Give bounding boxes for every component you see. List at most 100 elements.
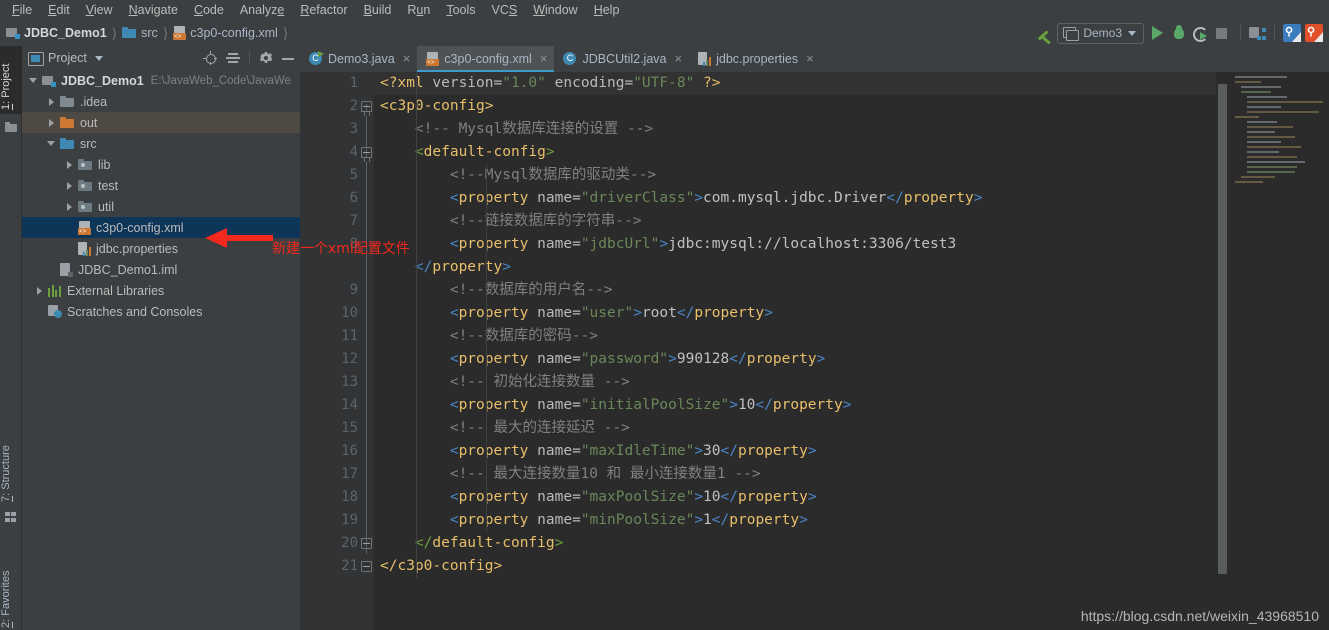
code-line-9: <!--数据库的用户名--> bbox=[449, 282, 613, 298]
collapse-all-icon[interactable] bbox=[226, 51, 240, 65]
close-icon[interactable]: × bbox=[675, 52, 683, 65]
tab-label: c3p0-config.xml bbox=[444, 52, 532, 66]
chevron-right-icon[interactable] bbox=[46, 117, 57, 128]
menu-item-analyze[interactable]: Analyze bbox=[232, 0, 292, 20]
menu-item-tools[interactable]: Tools bbox=[438, 0, 483, 20]
chevron-down-icon bbox=[1128, 30, 1136, 36]
breadcrumb-project[interactable]: JDBC_Demo1 bbox=[6, 26, 107, 40]
search-everywhere-icon[interactable]: ⚲ bbox=[1283, 24, 1301, 42]
code-line-20: </default-config> bbox=[414, 535, 564, 551]
line-number: 1 bbox=[349, 75, 358, 91]
chevron-right-icon[interactable] bbox=[64, 159, 75, 170]
chevron-down-icon[interactable] bbox=[46, 138, 57, 149]
locate-icon[interactable] bbox=[203, 51, 217, 65]
code-editor[interactable]: 1 2 3 4 5 6 7 8 9 10 11 12 13 14 15 16 1… bbox=[300, 72, 1329, 630]
fold-marker-default-config-end[interactable] bbox=[361, 538, 372, 549]
annotation-text: 新建一个xml配置文件 bbox=[272, 241, 410, 257]
line-number: 14 bbox=[341, 397, 358, 413]
editor-scrollbar[interactable] bbox=[1216, 72, 1229, 630]
scrollbar-thumb[interactable] bbox=[1218, 84, 1227, 574]
code-line-17: <!-- 最大连接数量10 和 最小连接数量1 --> bbox=[449, 466, 761, 482]
sidebar-item-structure[interactable]: 7: Structure bbox=[0, 426, 22, 506]
fold-marker-root-end[interactable] bbox=[361, 561, 372, 572]
code-line-3: <!-- Mysql数据库连接的设置 --> bbox=[414, 121, 654, 137]
menu-item-help[interactable]: Help bbox=[586, 0, 628, 20]
breadcrumb-folder[interactable]: src bbox=[122, 26, 158, 40]
project-structure-icon[interactable] bbox=[1249, 26, 1266, 40]
chevron-right-icon[interactable] bbox=[46, 96, 57, 107]
breadcrumb-separator-icon: ⟩ bbox=[282, 24, 289, 41]
tree-item-module[interactable]: JDBC_Demo1 E:\JavaWeb_Code\JavaWe bbox=[22, 70, 300, 91]
tree-item-label: src bbox=[80, 136, 97, 151]
tree-item-test[interactable]: test bbox=[22, 175, 300, 196]
line-number: 17 bbox=[341, 466, 358, 482]
tree-item-external-libraries[interactable]: External Libraries bbox=[22, 280, 300, 301]
line-number: 21 bbox=[341, 558, 358, 574]
code-line-18: <property name="maxPoolSize">10</propert… bbox=[449, 489, 817, 505]
menu-item-vcs[interactable]: VCS bbox=[484, 0, 526, 20]
debug-icon[interactable] bbox=[1171, 25, 1187, 41]
code-line-15: <!-- 最大的连接延迟 --> bbox=[449, 420, 630, 436]
sidebar-item-favorites[interactable]: 2: Favorites bbox=[0, 546, 22, 630]
chevron-down-icon[interactable] bbox=[28, 75, 39, 86]
line-number: 12 bbox=[341, 351, 358, 367]
code-line-11: <!--数据库的密码--> bbox=[449, 328, 598, 344]
tab-jdbc-properties[interactable]: jdbc.properties × bbox=[689, 46, 821, 72]
update-project-icon[interactable] bbox=[1033, 23, 1053, 43]
breadcrumb-separator-icon: ⟩ bbox=[162, 24, 169, 41]
annotation-arrow-icon bbox=[205, 228, 273, 248]
menu-item-view[interactable]: View bbox=[78, 0, 121, 20]
chevron-right-icon[interactable] bbox=[34, 285, 45, 296]
code-content[interactable]: <?xml version="1.0" encoding="UTF-8" ?> … bbox=[374, 72, 1329, 630]
chevron-down-icon[interactable] bbox=[94, 55, 103, 61]
menu-item-navigate[interactable]: Navigate bbox=[121, 0, 186, 20]
breadcrumb-project-label: JDBC_Demo1 bbox=[24, 26, 107, 40]
breadcrumb-folder-label: src bbox=[141, 26, 158, 40]
sidebar-item-project[interactable]: 1: Project bbox=[0, 46, 22, 114]
run-icon[interactable] bbox=[1152, 26, 1163, 40]
settings-icon[interactable]: ⚲ bbox=[1305, 24, 1323, 42]
menu-item-edit[interactable]: Edit bbox=[40, 0, 78, 20]
tree-item-lib[interactable]: lib bbox=[22, 154, 300, 175]
tab-jdbcutil2-java[interactable]: JDBCUtil2.java × bbox=[554, 46, 689, 72]
structure-icon bbox=[5, 512, 17, 523]
tree-item-scratches[interactable]: Scratches and Consoles bbox=[22, 301, 300, 322]
code-line-2: <c3p0-config> bbox=[380, 98, 494, 114]
tree-item-util[interactable]: util bbox=[22, 196, 300, 217]
editor-gutter[interactable]: 1 2 3 4 5 6 7 8 9 10 11 12 13 14 15 16 1… bbox=[300, 72, 374, 630]
close-icon[interactable]: × bbox=[540, 52, 548, 65]
chevron-right-icon[interactable] bbox=[64, 201, 75, 212]
code-minimap[interactable] bbox=[1229, 72, 1329, 630]
package-icon bbox=[78, 179, 93, 192]
close-icon[interactable]: × bbox=[403, 52, 411, 65]
breadcrumb-file[interactable]: <> c3p0-config.xml bbox=[173, 26, 278, 40]
chevron-right-icon[interactable] bbox=[64, 180, 75, 191]
run-with-coverage-icon[interactable] bbox=[1191, 25, 1208, 42]
fold-marker-default-config[interactable] bbox=[361, 147, 372, 162]
tree-item-iml[interactable]: JDBC_Demo1.iml bbox=[22, 259, 300, 280]
tree-item-out[interactable]: out bbox=[22, 112, 300, 133]
run-configuration-selector[interactable]: Demo3 bbox=[1057, 22, 1144, 44]
menu-item-build[interactable]: Build bbox=[356, 0, 400, 20]
gear-icon[interactable] bbox=[259, 51, 273, 65]
menu-item-refactor[interactable]: Refactor bbox=[292, 0, 355, 20]
code-line-1: <?xml version="1.0" encoding="UTF-8" ?> bbox=[374, 72, 1329, 95]
fold-marker-root[interactable] bbox=[361, 101, 372, 116]
tree-item-src[interactable]: src bbox=[22, 133, 300, 154]
tab-c3p0-config-xml[interactable]: <> c3p0-config.xml × bbox=[417, 46, 555, 72]
code-line-14: <property name="initialPoolSize">10</pro… bbox=[449, 397, 852, 413]
menu-item-file[interactable]: File bbox=[4, 0, 40, 20]
toolbar-divider bbox=[1240, 25, 1241, 41]
stop-icon[interactable] bbox=[1216, 27, 1227, 39]
properties-file-icon bbox=[78, 241, 91, 256]
tree-item-idea[interactable]: .idea bbox=[22, 91, 300, 112]
close-icon[interactable]: × bbox=[806, 52, 814, 65]
line-number: 3 bbox=[349, 121, 358, 137]
iml-file-icon bbox=[60, 262, 73, 277]
menu-item-window[interactable]: Window bbox=[525, 0, 585, 20]
hide-icon[interactable] bbox=[282, 52, 294, 64]
panel-divider bbox=[249, 51, 250, 65]
menu-item-code[interactable]: Code bbox=[186, 0, 232, 20]
tab-demo3-java[interactable]: Demo3.java × bbox=[300, 46, 417, 72]
menu-item-run[interactable]: Run bbox=[399, 0, 438, 20]
